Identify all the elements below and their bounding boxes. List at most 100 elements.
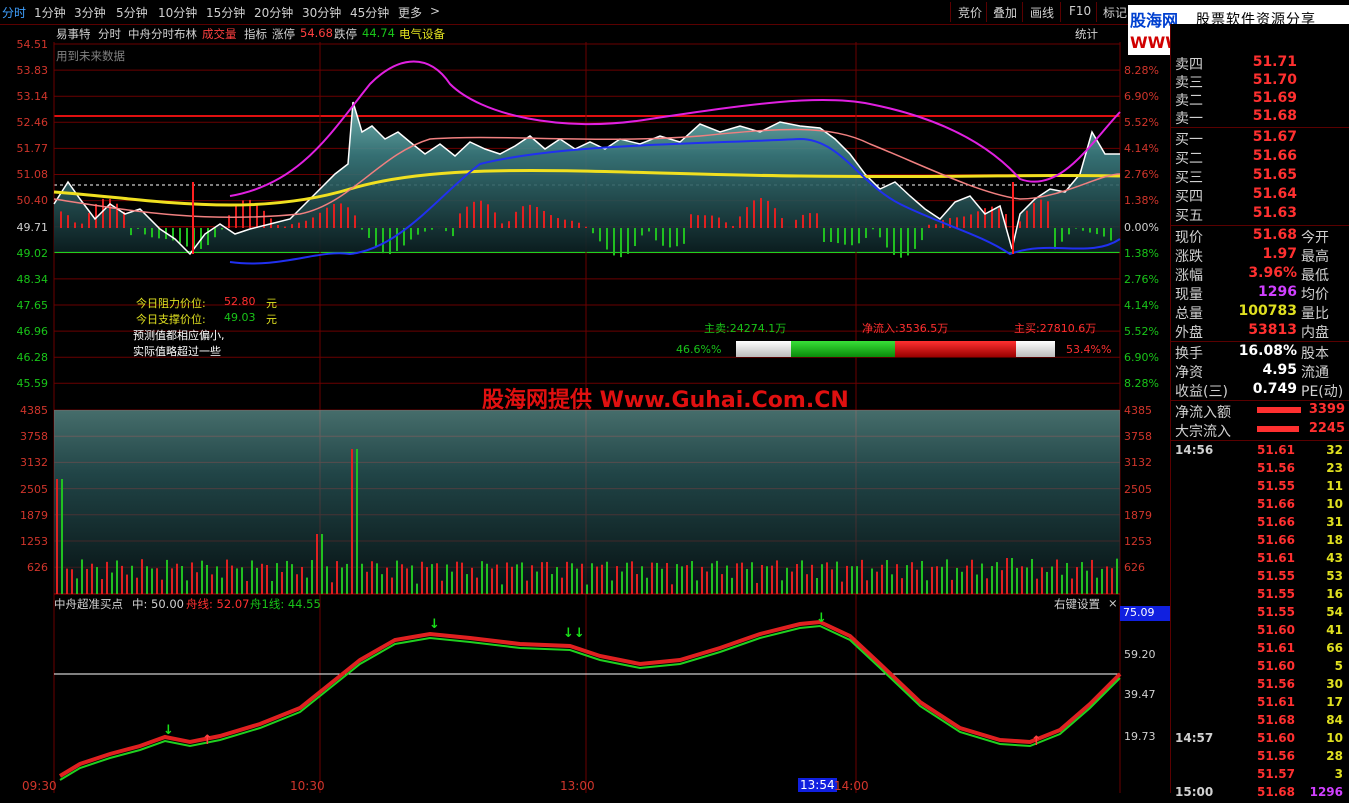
tab-5min[interactable]: 5分钟 [116, 4, 148, 21]
tick-row: 51.6041 [1171, 623, 1349, 641]
volume-bar [356, 449, 358, 594]
percent-tick: 6.90% [1124, 90, 1159, 103]
flow-bar [410, 228, 412, 240]
tab-30min[interactable]: 30分钟 [302, 4, 341, 21]
tab-intraday[interactable]: 分时 [2, 4, 26, 21]
flow-bar [543, 211, 545, 228]
volume-bar [746, 569, 748, 594]
flow-bar [1068, 228, 1070, 234]
volume-bar [976, 575, 978, 594]
flow-bar [879, 228, 881, 237]
draw-line-button[interactable]: 画线 [1030, 4, 1054, 21]
volume-bar [176, 564, 178, 594]
flow-bar [900, 228, 902, 258]
tick-row: 51.6618 [1171, 533, 1349, 551]
volume-bar [1031, 559, 1033, 594]
tab-45min[interactable]: 45分钟 [350, 4, 389, 21]
tick-row: 51.5516 [1171, 587, 1349, 605]
flow-bar [907, 228, 909, 255]
tab-10min[interactable]: 10分钟 [158, 4, 197, 21]
tick-volume: 3 [1291, 767, 1343, 781]
flow-bar [963, 216, 965, 228]
volume-bar [676, 564, 678, 594]
right-click-settings[interactable]: 右键设置 [1054, 596, 1100, 612]
ask-label: 卖一 [1175, 108, 1203, 128]
f10-button[interactable]: F10 [1069, 4, 1091, 18]
tab-1min[interactable]: 1分钟 [34, 4, 66, 21]
volume-bar [496, 565, 498, 594]
bid-price: 51.65 [1227, 167, 1297, 183]
tab-15min[interactable]: 15分钟 [206, 4, 245, 21]
flow-bar [676, 228, 678, 246]
indicator-current-value: 75.09 [1120, 606, 1173, 621]
mark-button[interactable]: 标记 [1103, 4, 1127, 21]
volume-bar [706, 572, 708, 594]
chevron-right-icon[interactable]: > [430, 4, 440, 18]
flow-bar-gray-right [1016, 341, 1055, 357]
volume-bar [926, 580, 928, 594]
volume-bar [686, 565, 688, 594]
volume-bar [1116, 559, 1118, 594]
extra-value: 16.08% [1227, 343, 1297, 359]
volume-bar [636, 574, 638, 594]
price-tick: 51.77 [0, 142, 48, 155]
volume-bar [561, 578, 563, 594]
flow-bar [655, 228, 657, 240]
volume-bar [1106, 566, 1108, 594]
flow-bar [585, 227, 587, 228]
volume-bar [601, 565, 603, 594]
tab-more[interactable]: 更多 [398, 4, 422, 21]
tick-price: 51.60 [1231, 659, 1295, 673]
overlay-button[interactable]: 叠加 [993, 4, 1017, 21]
stat-value: 100783 [1227, 303, 1297, 319]
stat-value: 1.97 [1227, 246, 1297, 262]
extra-label: 流通 [1301, 362, 1329, 382]
volume-bar [316, 534, 318, 594]
tick-volume: 10 [1291, 731, 1343, 745]
flow-bar [102, 199, 104, 228]
quote-panel: 卖四 51.71 卖三 51.70 卖二 51.69 卖一 51.68 买一 5… [1170, 24, 1349, 793]
volume-bar [466, 574, 468, 594]
volume-bar [266, 565, 268, 594]
volume-bar [341, 567, 343, 594]
flow-bar [704, 215, 706, 228]
flow-bar [305, 221, 307, 228]
volume-bar [246, 581, 248, 594]
ask-price: 51.71 [1227, 54, 1297, 70]
volume-bar [866, 580, 868, 594]
tick-volume: 18 [1291, 533, 1343, 547]
volume-bar [1016, 568, 1018, 594]
volume-bar [856, 566, 858, 594]
volume-bar [891, 574, 893, 594]
stat-value: 53813 [1227, 322, 1297, 338]
tab-20min[interactable]: 20分钟 [254, 4, 293, 21]
close-icon[interactable]: × [1108, 596, 1118, 610]
volume-bar [846, 566, 848, 594]
volume-tick: 3758 [0, 430, 48, 443]
volume-bar [131, 566, 133, 594]
tab-3min[interactable]: 3分钟 [74, 4, 106, 21]
auction-button[interactable]: 竞价 [958, 4, 982, 21]
percent-tick: 5.52% [1124, 325, 1159, 338]
flow-bar-gray-left [736, 341, 791, 357]
ask-price: 51.68 [1227, 108, 1297, 124]
volume-bar [531, 565, 533, 594]
flow-bar [844, 228, 846, 245]
flow-bar [1033, 203, 1035, 228]
volume-bar [896, 564, 898, 594]
volume-bar [1056, 560, 1058, 594]
tick-volume: 1296 [1291, 785, 1343, 799]
tick-price: 51.56 [1231, 677, 1295, 691]
tick-price: 51.55 [1231, 479, 1295, 493]
flow-bar [977, 211, 979, 228]
volume-bar [196, 572, 198, 594]
volume-bar [226, 560, 228, 594]
volume-bar [336, 561, 338, 594]
volume-bar [696, 580, 698, 594]
volume-bar [576, 569, 578, 594]
volume-bar [701, 567, 703, 594]
volume-bar [486, 564, 488, 594]
volume-bar [751, 562, 753, 594]
support-label: 今日支撑价位: [136, 311, 206, 327]
flow-bar [207, 228, 209, 245]
